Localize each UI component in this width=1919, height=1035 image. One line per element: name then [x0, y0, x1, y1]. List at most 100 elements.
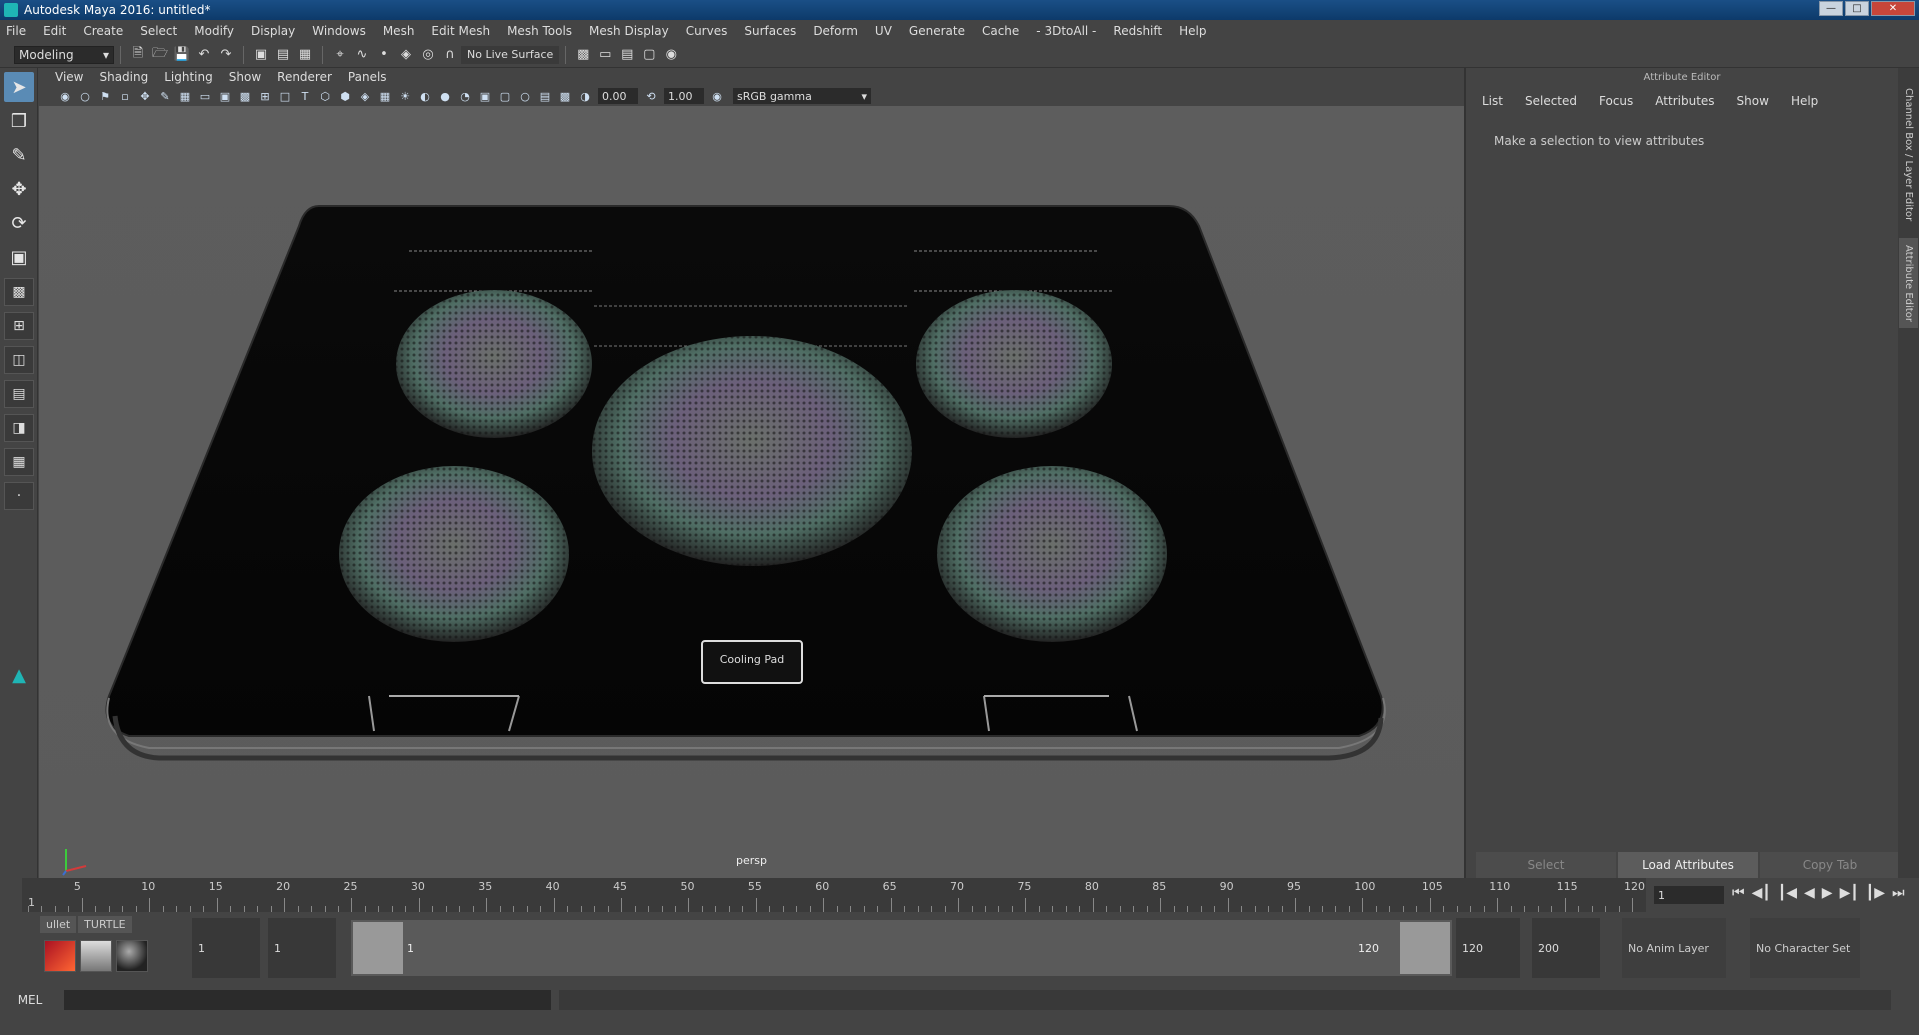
paint-select-tool-icon[interactable]: ✎	[4, 140, 34, 170]
shelf-shader-icon[interactable]	[80, 940, 112, 972]
load-attributes-button[interactable]: Load Attributes	[1618, 852, 1758, 878]
vp-menu-view[interactable]: View	[55, 70, 83, 84]
gate-mask-icon[interactable]: ▩	[237, 88, 253, 104]
play-backwards-icon[interactable]: ◀	[1804, 885, 1815, 901]
copy-tab-button[interactable]: Copy Tab	[1760, 852, 1900, 878]
menu-mesh[interactable]: Mesh	[383, 24, 415, 38]
menu-help[interactable]: Help	[1179, 24, 1206, 38]
snap-grid-icon[interactable]: ⌖	[331, 46, 349, 64]
smooth-shade-icon[interactable]: ⬢	[337, 88, 353, 104]
snap-live-icon[interactable]: ◎	[419, 46, 437, 64]
camera-icon[interactable]: ◉	[57, 88, 73, 104]
menu-windows[interactable]: Windows	[312, 24, 366, 38]
open-scene-icon[interactable]: 🗁	[151, 46, 169, 64]
current-frame-field[interactable]: 1	[1654, 886, 1724, 904]
range-slider[interactable]: 1 120	[351, 920, 1452, 976]
rotate-tool-icon[interactable]: ⟳	[4, 208, 34, 238]
command-input[interactable]	[64, 990, 551, 1010]
gamma-field[interactable]: 1.00	[664, 88, 704, 104]
safe-action-icon[interactable]: □	[277, 88, 293, 104]
xray-icon[interactable]: ○	[517, 88, 533, 104]
menu-create[interactable]: Create	[83, 24, 123, 38]
select-button[interactable]: Select	[1476, 852, 1616, 878]
ae-menu-attributes[interactable]: Attributes	[1655, 94, 1714, 108]
select-object-icon[interactable]: ▤	[274, 46, 292, 64]
isolate-select-icon[interactable]: ▢	[497, 88, 513, 104]
persp-graph-layout-icon[interactable]: ▤	[4, 380, 34, 408]
grease-pencil-icon[interactable]: ✎	[157, 88, 173, 104]
shelf-tab-turtle[interactable]: TURTLE	[78, 916, 132, 933]
menu-mesh-tools[interactable]: Mesh Tools	[507, 24, 572, 38]
hypershade-layout-icon[interactable]: ▦	[4, 448, 34, 476]
go-to-start-icon[interactable]: ⏮	[1732, 885, 1745, 901]
ae-menu-focus[interactable]: Focus	[1599, 94, 1633, 108]
maximize-button[interactable]: □	[1845, 1, 1869, 16]
hypershade-icon[interactable]: ◉	[662, 46, 680, 64]
xray-active-icon[interactable]: ▤	[537, 88, 553, 104]
time-slider-track[interactable]: 5 10 15 20 25 30 35 40 45 50 55 60 65 70 75 80 85 90 95 100…	[22, 878, 1646, 912]
menu-uv[interactable]: UV	[875, 24, 892, 38]
snap-view-plane-icon[interactable]: ◈	[397, 46, 415, 64]
menu-deform[interactable]: Deform	[813, 24, 858, 38]
menu-curves[interactable]: Curves	[686, 24, 728, 38]
menu-select[interactable]: Select	[140, 24, 177, 38]
motion-blur-icon[interactable]: ◔	[457, 88, 473, 104]
ae-menu-help[interactable]: Help	[1791, 94, 1818, 108]
menu-file[interactable]: File	[6, 24, 26, 38]
ae-menu-selected[interactable]: Selected	[1525, 94, 1577, 108]
vp-menu-renderer[interactable]: Renderer	[277, 70, 332, 84]
end-time-field[interactable]: 200	[1532, 918, 1600, 978]
menu-edit-mesh[interactable]: Edit Mesh	[431, 24, 490, 38]
ae-menu-show[interactable]: Show	[1737, 94, 1769, 108]
use-all-lights-icon[interactable]: ☀	[397, 88, 413, 104]
snap-point-icon[interactable]: •	[375, 46, 393, 64]
vp-menu-lighting[interactable]: Lighting	[164, 70, 213, 84]
playback-start-field[interactable]: 1	[268, 918, 336, 978]
select-component-icon[interactable]: ▦	[296, 46, 314, 64]
view-transform-dropdown[interactable]: sRGB gamma ▾	[733, 88, 871, 104]
command-language-label[interactable]: MEL	[0, 993, 60, 1007]
save-scene-icon[interactable]: 💾	[173, 46, 191, 64]
bookmark-icon[interactable]: ⚑	[97, 88, 113, 104]
menu-mesh-display[interactable]: Mesh Display	[589, 24, 669, 38]
menu-3dtoall[interactable]: - 3DtoAll -	[1036, 24, 1096, 38]
menu-set-dropdown[interactable]: Modeling ▾	[14, 45, 114, 64]
character-set-dropdown[interactable]: No Character Set	[1750, 918, 1860, 978]
wireframe-icon[interactable]: ⬡	[317, 88, 333, 104]
ae-menu-list[interactable]: List	[1482, 94, 1503, 108]
step-back-key-icon[interactable]: ┃◀	[1778, 885, 1797, 901]
menu-redshift[interactable]: Redshift	[1113, 24, 1162, 38]
persp-outliner-layout-icon[interactable]: ◫	[4, 346, 34, 374]
vp-menu-panels[interactable]: Panels	[348, 70, 387, 84]
go-to-end-icon[interactable]: ⏭	[1892, 885, 1905, 901]
image-plane-icon[interactable]: ▫	[117, 88, 133, 104]
exposure-field[interactable]: 0.00	[598, 88, 638, 104]
ambient-occlusion-icon[interactable]: ●	[437, 88, 453, 104]
four-view-layout-icon[interactable]: ⊞	[4, 312, 34, 340]
ipr-render-icon[interactable]: ▤	[618, 46, 636, 64]
playback-end-field[interactable]: 120	[1456, 918, 1520, 978]
snap-curve-icon[interactable]: ∿	[353, 46, 371, 64]
menu-display[interactable]: Display	[251, 24, 295, 38]
play-forwards-icon[interactable]: ▶	[1822, 885, 1833, 901]
step-back-frame-icon[interactable]: ◀┃	[1752, 885, 1771, 901]
film-gate-icon[interactable]: ▭	[197, 88, 213, 104]
outliner-persp-layout-icon[interactable]: ◨	[4, 414, 34, 442]
live-surface-field[interactable]: No Live Surface	[461, 45, 560, 64]
render-settings-icon[interactable]: ▢	[640, 46, 658, 64]
single-perspective-layout-icon[interactable]: ▩	[4, 278, 34, 306]
step-forward-key-icon[interactable]: ▶┃	[1840, 885, 1859, 901]
3d-viewport[interactable]: Cooling Pad persp	[39, 106, 1464, 878]
menu-cache[interactable]: Cache	[982, 24, 1019, 38]
grid-icon[interactable]: ▦	[177, 88, 193, 104]
menu-edit[interactable]: Edit	[43, 24, 66, 38]
select-hierarchy-icon[interactable]: ▣	[252, 46, 270, 64]
shelf-tab-bullet[interactable]: ullet	[40, 916, 77, 933]
lasso-tool-icon[interactable]: ❒	[4, 106, 34, 136]
safe-title-icon[interactable]: T	[297, 88, 313, 104]
move-tool-icon[interactable]: ✥	[4, 174, 34, 204]
step-forward-frame-icon[interactable]: ┃▶	[1866, 885, 1885, 901]
textured-icon[interactable]: ▦	[377, 88, 393, 104]
wireframe-on-shaded-icon[interactable]: ◈	[357, 88, 373, 104]
shadows-icon[interactable]: ◐	[417, 88, 433, 104]
